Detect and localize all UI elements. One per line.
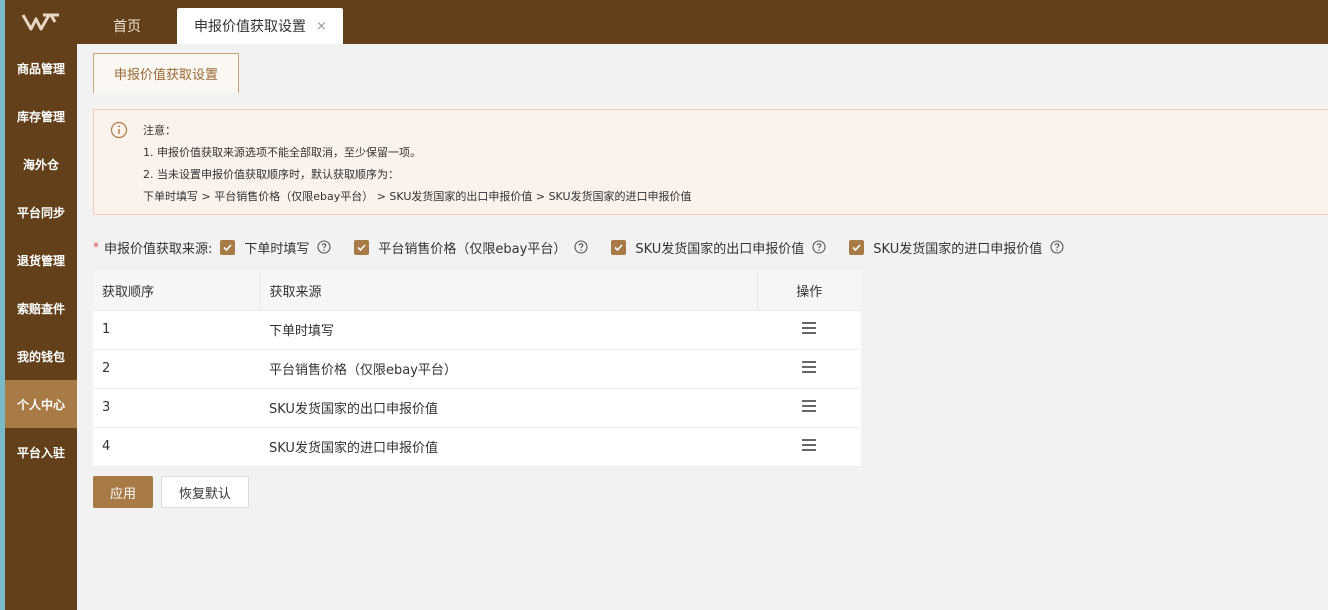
tab-label: 申报价值获取设置: [194, 19, 306, 35]
sidebar-item-returns[interactable]: 退货管理: [5, 236, 77, 284]
cell-action: [757, 310, 861, 350]
question-circle-icon[interactable]: [574, 240, 588, 254]
cell-action: [757, 388, 861, 428]
cell-source: 平台销售价格（仅限ebay平台）: [260, 349, 757, 389]
sidebar-item-overseas-warehouse[interactable]: 海外仓: [5, 140, 77, 188]
table-row: 1 下单时填写: [93, 310, 861, 350]
table-header-row: 获取顺序 获取来源 操作: [93, 271, 861, 311]
sidebar-item-inventory[interactable]: 库存管理: [5, 92, 77, 140]
notice-line-1: 1. 申报价值获取来源选项不能全部取消，至少保留一项。: [143, 146, 421, 159]
notice-box: 注意： 1. 申报价值获取来源选项不能全部取消，至少保留一项。 2. 当未设置申…: [93, 109, 1328, 215]
sidebar-item-product[interactable]: 商品管理: [5, 44, 77, 92]
checkbox-order-entry[interactable]: [220, 239, 236, 255]
checkbox-export-declared-value[interactable]: [611, 239, 627, 255]
top-tab-bar: 首页 申报价值获取设置 ×: [77, 0, 1328, 44]
cell-source: SKU发货国家的出口申报价值: [260, 388, 757, 428]
cell-order: 3: [93, 388, 260, 428]
drag-handle-icon[interactable]: [802, 360, 816, 373]
checkbox-label[interactable]: SKU发货国家的出口申报价值: [635, 238, 804, 257]
sidebar: 商品管理 库存管理 海外仓 平台同步 退货管理 索赔查件 我的钱包 个人中心 平…: [0, 0, 77, 610]
sidebar-item-label: 海外仓: [22, 157, 59, 172]
subtab-declared-value-settings[interactable]: 申报价值获取设置: [93, 53, 239, 93]
cell-action: [757, 349, 861, 389]
sidebar-item-platform-sync[interactable]: 平台同步: [5, 188, 77, 236]
question-circle-icon[interactable]: [812, 240, 826, 254]
cell-order: 1: [93, 310, 260, 350]
column-header-source: 获取来源: [259, 271, 757, 311]
notice-title: 注意：: [143, 124, 176, 137]
required-mark: *: [93, 240, 99, 254]
sidebar-item-label: 索赔查件: [16, 301, 65, 316]
checkbox-label[interactable]: 平台销售价格（仅限ebay平台）: [378, 238, 566, 257]
order-table: 获取顺序 获取来源 操作 1 下单时填写 2 平台销售价格（仅限ebay平台） …: [93, 271, 861, 467]
notice-line-2: 2. 当未设置申报价值获取顺序时，默认获取顺序为：: [143, 168, 399, 181]
apply-button[interactable]: 应用: [93, 476, 153, 508]
sidebar-item-label: 我的钱包: [16, 349, 65, 364]
drag-handle-icon[interactable]: [802, 321, 816, 334]
sidebar-item-label: 平台同步: [16, 205, 65, 220]
cell-order: 4: [93, 427, 260, 467]
table-row: 2 平台销售价格（仅限ebay平台）: [93, 349, 861, 389]
sidebar-item-label: 个人中心: [16, 397, 65, 412]
checkbox-label[interactable]: 下单时填写: [244, 238, 309, 257]
notice-line-3: 下单时填写 > 平台销售价格（仅限ebay平台） > SKU发货国家的出口申报价…: [143, 190, 692, 203]
cell-action: [757, 427, 861, 467]
w-logo-icon[interactable]: [5, 0, 77, 44]
cell-source: SKU发货国家的进口申报价值: [260, 427, 757, 467]
sidebar-item-wallet[interactable]: 我的钱包: [5, 332, 77, 380]
main-content: 申报价值获取设置 注意： 1. 申报价值获取来源选项不能全部取消，至少保留一项。…: [77, 44, 1328, 610]
app-root: 商品管理 库存管理 海外仓 平台同步 退货管理 索赔查件 我的钱包 个人中心 平…: [0, 0, 1328, 610]
sidebar-item-claims[interactable]: 索赔查件: [5, 284, 77, 332]
subtab-label: 申报价值获取设置: [113, 68, 218, 83]
question-circle-icon[interactable]: [317, 240, 331, 254]
cell-order: 2: [93, 349, 260, 389]
notice-text: 注意： 1. 申报价值获取来源选项不能全部取消，至少保留一项。 2. 当未设置申…: [143, 123, 692, 211]
table-row: 4 SKU发货国家的进口申报价值: [93, 427, 861, 467]
drag-handle-icon[interactable]: [802, 399, 816, 412]
column-header-order: 获取顺序: [93, 271, 260, 311]
checkbox-import-declared-value[interactable]: [849, 239, 865, 255]
sidebar-item-label: 库存管理: [16, 109, 65, 124]
cell-source: 下单时填写: [260, 310, 757, 350]
close-icon[interactable]: ×: [316, 20, 327, 33]
reset-default-button[interactable]: 恢复默认: [161, 476, 249, 508]
sidebar-item-label: 退货管理: [16, 253, 65, 268]
sidebar-item-label: 商品管理: [16, 61, 65, 76]
source-options-row: * 申报价值获取来源: 下单时填写 平台销售价格（仅限ebay平台） SKU发货…: [93, 236, 1087, 258]
tab-label: 首页: [113, 19, 141, 35]
drag-handle-icon[interactable]: [802, 438, 816, 451]
source-label: 申报价值获取来源:: [104, 241, 213, 257]
question-circle-icon[interactable]: [1050, 240, 1064, 254]
sidebar-item-personal-center[interactable]: 个人中心: [5, 380, 77, 428]
column-header-action: 操作: [756, 271, 861, 311]
sidebar-item-platform-onboarding[interactable]: 平台入驻: [5, 428, 77, 476]
tab-home[interactable]: 首页: [113, 8, 141, 44]
table-row: 3 SKU发货国家的出口申报价值: [93, 388, 861, 428]
tab-declared-value-settings[interactable]: 申报价值获取设置 ×: [177, 8, 343, 44]
checkbox-label[interactable]: SKU发货国家的进口申报价值: [873, 238, 1042, 257]
sidebar-item-label: 平台入驻: [16, 445, 65, 460]
info-icon: [110, 121, 128, 143]
checkbox-platform-price[interactable]: [354, 239, 370, 255]
